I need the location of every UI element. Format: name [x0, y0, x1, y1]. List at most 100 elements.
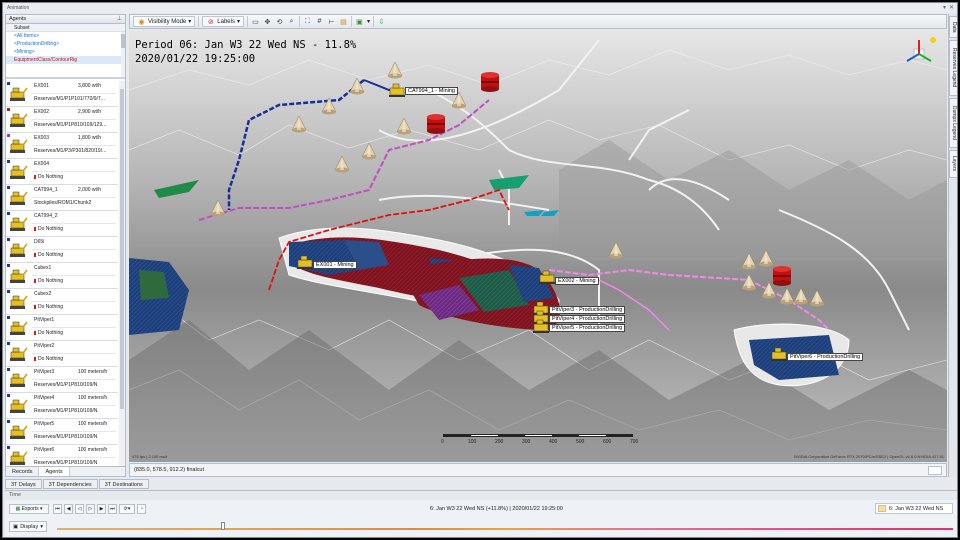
tab-dumps-legend[interactable]: Dumps Legend: [949, 98, 957, 148]
mine-scene[interactable]: [129, 30, 947, 462]
period-overlay-line1: Period 06: Jan W3 22 Wed NS - 11.8%: [135, 39, 357, 51]
viewport-toolbar: ◉ Visibility Mode ▾ ⊘ Labels ▾ ▭ ✥ ⟲ ⌕ ⛶…: [129, 14, 947, 29]
labels-button[interactable]: ⊘ Labels ▾: [202, 16, 244, 27]
tab-3t-destinations[interactable]: 3T Destinations: [98, 479, 149, 489]
label-pv4: PitViper4 - ProductionDrilling: [549, 315, 626, 323]
excavator-icon: [8, 85, 28, 103]
subset-scrollbar[interactable]: [121, 32, 125, 77]
speed-button[interactable]: ◔: [137, 504, 146, 514]
panel-pin-icon[interactable]: ⊥: [117, 15, 122, 22]
download-icon[interactable]: ⇩: [377, 18, 386, 26]
subset-item[interactable]: EquipmentClass/ContourRig: [6, 56, 125, 64]
agent-row[interactable]: EX002 2,900 wt/h Reserves/M1/P1P810/109/12…: [6, 107, 118, 133]
agent-row[interactable]: EX004 Do Nothing: [6, 159, 118, 185]
agent-row[interactable]: Cubex1 Do Nothing: [6, 263, 118, 289]
drill-icon: [8, 319, 28, 337]
timeline-slider-thumb[interactable]: [220, 522, 225, 530]
idle-indicator-icon: [34, 330, 36, 335]
agent-row[interactable]: PitViper2 Do Nothing: [6, 341, 118, 367]
image-export-icon[interactable]: ▣: [355, 18, 364, 26]
agent-row[interactable]: PitViper4 100 meters/h Reserves/M1/P1P810/…: [6, 393, 118, 419]
3d-viewport[interactable]: Period 06: Jan W3 22 Wed NS - 11.8% 2020…: [129, 30, 947, 462]
agent-rate: 100 meters/h: [78, 447, 108, 453]
layer-icon[interactable]: ▤: [339, 18, 348, 26]
grid-icon[interactable]: #: [315, 18, 324, 25]
agent-row[interactable]: Cubex2 Do Nothing: [6, 289, 118, 315]
tab-layers[interactable]: Layers: [949, 150, 957, 178]
scale-tick-label: 700: [630, 439, 639, 445]
agent-name: Cubex2: [34, 291, 52, 297]
scale-tick-label: 0: [441, 439, 444, 445]
agent-row[interactable]: EX003 1,800 wt/h Reserves/M1/P3/P301/820/1…: [6, 133, 118, 159]
subset-item[interactable]: <All Items>: [6, 32, 125, 40]
measure-icon[interactable]: ⊢: [327, 18, 336, 26]
first-frame-button[interactable]: ⏮: [53, 504, 62, 514]
label-ex001: EX001 - Mining: [313, 261, 357, 269]
visibility-mode-button[interactable]: ◉ Visibility Mode ▾: [133, 16, 196, 27]
agent-row[interactable]: CAT994_2 Do Nothing: [6, 211, 118, 237]
reverse-play-button[interactable]: ◁: [75, 504, 84, 514]
scale-tick-label: 600: [603, 439, 612, 445]
agent-row[interactable]: D65i Do Nothing: [6, 237, 118, 263]
drill-icon: [8, 293, 28, 311]
tab-records[interactable]: Records: [6, 467, 40, 476]
last-frame-button[interactable]: ⏭: [108, 504, 117, 514]
label-pv6: PitViper6 - ProductionDrilling: [787, 353, 864, 361]
idle-indicator-icon: [34, 174, 36, 179]
tab-reserves-legend[interactable]: Reserves Legend: [949, 40, 957, 96]
subset-item[interactable]: <ProductionDrilling>: [6, 40, 125, 48]
scale-tick-label: 100: [468, 439, 477, 445]
agent-name: EX004: [34, 161, 50, 167]
zoom-extents-icon[interactable]: ⛶: [303, 18, 312, 26]
idle-indicator-icon: [34, 226, 36, 231]
agent-row[interactable]: PitViper5 100 meters/h Reserves/M1/P1P810/…: [6, 419, 118, 445]
app-window: Animation ▾ ✕ Agents ⊥ Subset <All Items…: [2, 2, 958, 538]
visibility-mode-label: Visibility Mode: [148, 18, 187, 25]
agent-row[interactable]: EX001 3,800 wt/h Reserves/M1/P1P101/770/9/…: [6, 81, 118, 107]
subset-item[interactable]: <Mining>: [6, 48, 125, 56]
excavator-icon: [8, 137, 28, 155]
tab-3t-delays[interactable]: 3T Delays: [5, 479, 42, 489]
loop-button[interactable]: ⟳▾: [119, 504, 135, 514]
period-selector[interactable]: 6: Jan W3 22 Wed NS: [875, 503, 953, 514]
tab-3t-dependencies[interactable]: 3T Dependencies: [42, 479, 98, 489]
right-dock: Data Reserves Legend Dumps Legend Layers: [948, 14, 957, 477]
labels-off-icon: ⊘: [207, 18, 214, 26]
current-period-label: 6: Jan W3 22 Wed NS (+11.8%) | 2020/01/2…: [430, 506, 563, 512]
exports-button[interactable]: ▦ Exports ▾: [9, 504, 49, 514]
agent-task: Do Nothing: [34, 174, 63, 180]
pin-icon[interactable]: ▾: [943, 4, 946, 11]
tab-data[interactable]: Data: [949, 16, 957, 38]
gpu-readout: NVIDIA Corporation GeForce RTX 2070/PCIe…: [793, 454, 944, 459]
timeline-track[interactable]: [57, 528, 953, 530]
agent-task: Reserves/M1/P1P101/770/9/7...: [34, 96, 105, 102]
drill-icon: [8, 267, 28, 285]
agent-name: PitViper2: [34, 343, 55, 349]
idle-indicator-icon: [34, 278, 36, 283]
chevron-down-icon[interactable]: ▾: [367, 18, 370, 25]
next-frame-button[interactable]: ▶: [97, 504, 106, 514]
agent-row[interactable]: PitViper6 100 meters/h Reserves/M1/P1P810/…: [6, 445, 118, 467]
agent-list-scrollbar[interactable]: [119, 81, 125, 467]
previous-frame-button[interactable]: ◀: [64, 504, 73, 514]
agent-row[interactable]: CAT994_1 2,000 wt/h Stockpiles/ROM1/Chunk2: [6, 185, 118, 211]
zoom-icon[interactable]: ⌕: [287, 18, 296, 26]
agent-row[interactable]: PitViper3 100 meters/h Reserves/M1/P1P810/…: [6, 367, 118, 393]
globe-icon[interactable]: [928, 466, 942, 475]
play-button[interactable]: ▷: [86, 504, 95, 514]
tab-agents[interactable]: Agents: [39, 467, 70, 476]
time-panel-title: Time: [5, 491, 957, 500]
idle-indicator-icon: [34, 304, 36, 309]
drill-icon: [8, 397, 28, 415]
fps-readout: 476 fps | 2.100 ms/f: [132, 454, 168, 459]
select-box-icon[interactable]: ▭: [251, 18, 260, 26]
agent-row[interactable]: PitViper1 Do Nothing: [6, 315, 118, 341]
excavator-icon: [8, 163, 28, 181]
agent-task: Do Nothing: [34, 252, 63, 258]
pan-icon[interactable]: ✥: [263, 18, 272, 26]
eye-icon: ◉: [138, 18, 145, 26]
loader-icon: [8, 215, 28, 233]
rotate-icon[interactable]: ⟲: [275, 18, 284, 26]
close-icon[interactable]: ✕: [949, 4, 954, 11]
display-button[interactable]: ▣ Display ▾: [9, 521, 47, 532]
